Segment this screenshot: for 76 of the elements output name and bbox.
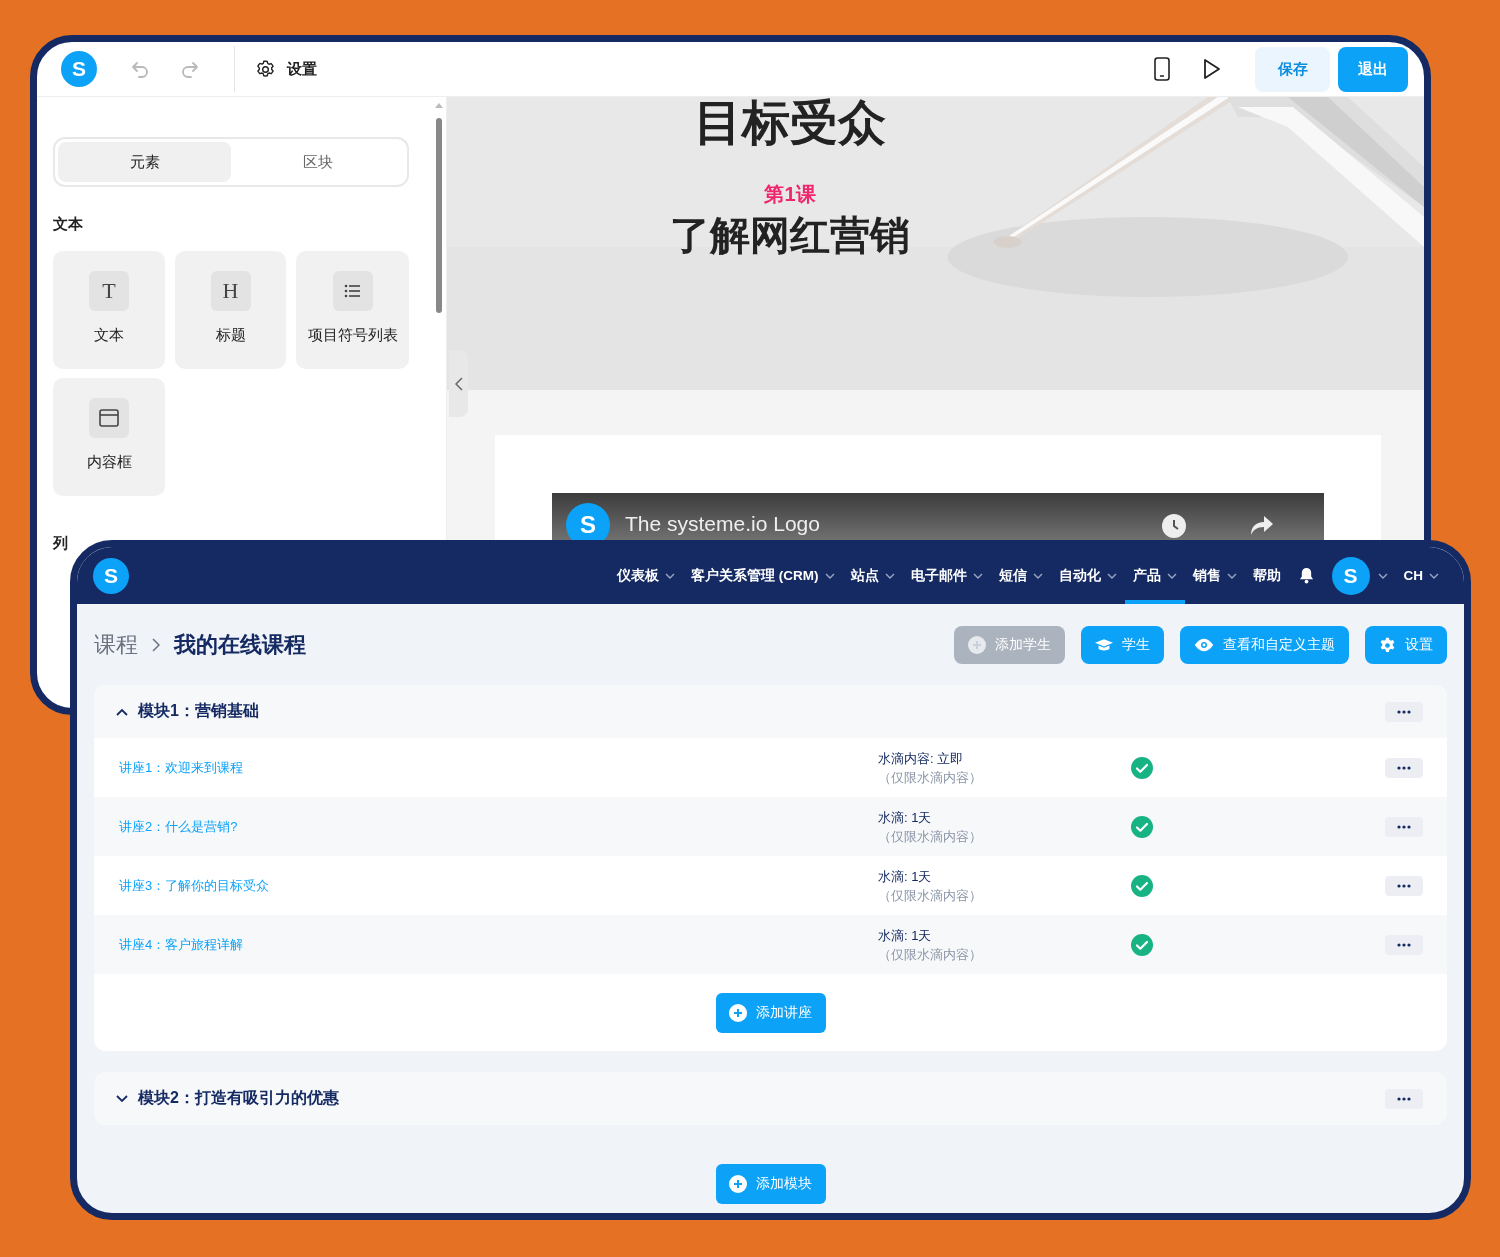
drip-setting: 水滴: 1天 bbox=[878, 867, 933, 886]
chevron-right-icon bbox=[152, 638, 160, 652]
chevron-down-icon bbox=[1429, 572, 1439, 579]
more-button[interactable] bbox=[1385, 757, 1423, 778]
nav-item[interactable]: 客户关系管理 (CRM) bbox=[683, 547, 843, 604]
drip-note: （仅限水滴内容） bbox=[878, 827, 983, 846]
settings-icon bbox=[255, 58, 276, 80]
element-icon: T bbox=[89, 271, 129, 311]
breadcrumb-link[interactable]: 课程 bbox=[94, 630, 138, 660]
element-tile[interactable]: 项目符号列表 bbox=[296, 251, 409, 369]
section-title: 文本 bbox=[53, 215, 84, 234]
chevron-icon bbox=[116, 707, 128, 716]
video-title: The systeme.io Logo bbox=[625, 512, 820, 536]
chevron-left-icon bbox=[454, 376, 463, 391]
module-header[interactable]: 模块2：打造有吸引力的优惠 bbox=[94, 1072, 1447, 1125]
more-button[interactable] bbox=[1385, 701, 1423, 722]
more-icon bbox=[1397, 824, 1411, 829]
settings-icon bbox=[1379, 636, 1396, 654]
collapse-button[interactable] bbox=[449, 350, 468, 417]
element-tile[interactable]: H 标题 bbox=[175, 251, 286, 369]
more-icon bbox=[1397, 765, 1411, 770]
share-icon[interactable] bbox=[1250, 514, 1274, 536]
lesson-title: 了解网红营销 bbox=[670, 212, 910, 258]
undo-icon[interactable] bbox=[130, 59, 150, 79]
drip-note: （仅限水滴内容） bbox=[878, 886, 983, 905]
more-button[interactable] bbox=[1385, 816, 1423, 837]
element-icon: H bbox=[210, 271, 251, 311]
more-button[interactable] bbox=[1385, 1088, 1423, 1109]
play-icon[interactable] bbox=[1203, 58, 1221, 80]
channel-logo: S bbox=[566, 503, 610, 540]
logo: S bbox=[61, 51, 97, 87]
nav-item[interactable]: 自动化 bbox=[1050, 547, 1125, 604]
nav-item[interactable]: 销售 bbox=[1184, 547, 1245, 604]
drip-setting: 水滴: 1天 bbox=[878, 926, 933, 945]
nav-item[interactable]: 电子邮件 bbox=[902, 547, 991, 604]
more-button[interactable] bbox=[1385, 934, 1423, 955]
graduation-cap-icon bbox=[1095, 637, 1113, 653]
more-icon bbox=[1397, 883, 1411, 888]
chevron-down-icon bbox=[1377, 572, 1388, 579]
page-title: 我的在线课程 bbox=[174, 631, 306, 659]
list-icon bbox=[332, 271, 373, 311]
lesson-label: 第1课 bbox=[764, 182, 816, 207]
section-title: 列 bbox=[53, 534, 69, 553]
nav-item[interactable]: 站点 bbox=[842, 547, 903, 604]
plus-icon bbox=[729, 1003, 747, 1022]
box-icon bbox=[89, 398, 129, 438]
chevron-icon bbox=[116, 1094, 128, 1103]
more-icon bbox=[1397, 942, 1411, 947]
more-icon bbox=[1397, 709, 1411, 714]
element-tile[interactable]: 内容框 bbox=[53, 378, 165, 496]
drip-setting: 水滴: 1天 bbox=[878, 808, 933, 827]
more-icon bbox=[1397, 1096, 1411, 1101]
eye-icon bbox=[1194, 638, 1214, 652]
drip-note: （仅限水滴内容） bbox=[878, 768, 983, 787]
element-tile[interactable]: T 文本 bbox=[53, 251, 165, 369]
logo: S bbox=[93, 557, 129, 594]
nav-item[interactable]: 产品 bbox=[1124, 547, 1185, 604]
module-header[interactable]: 模块1：营销基础 bbox=[94, 685, 1447, 738]
plus-icon bbox=[729, 1175, 747, 1193]
drip-setting: 水滴内容: 立即 bbox=[878, 749, 965, 768]
scrollbar[interactable] bbox=[435, 103, 443, 313]
tab[interactable]: 元素 bbox=[58, 142, 231, 182]
settings-button[interactable]: 设置 bbox=[255, 58, 317, 80]
more-button[interactable] bbox=[1385, 875, 1423, 896]
tab[interactable]: 区块 bbox=[231, 142, 404, 182]
phone-icon[interactable] bbox=[1154, 57, 1170, 81]
nav-item[interactable]: 短信 bbox=[990, 547, 1051, 604]
redo-icon[interactable] bbox=[180, 59, 200, 79]
clock-icon[interactable] bbox=[1162, 514, 1186, 538]
page-heading: 目标受众 bbox=[694, 97, 886, 149]
bell-icon[interactable] bbox=[1298, 567, 1314, 584]
plus-icon bbox=[968, 636, 986, 654]
drip-note: （仅限水滴内容） bbox=[878, 945, 983, 964]
nav-item[interactable]: 仪表板 bbox=[609, 547, 683, 604]
language-selector[interactable]: CH bbox=[1395, 547, 1447, 604]
nav-item[interactable]: 帮助 bbox=[1244, 547, 1289, 604]
